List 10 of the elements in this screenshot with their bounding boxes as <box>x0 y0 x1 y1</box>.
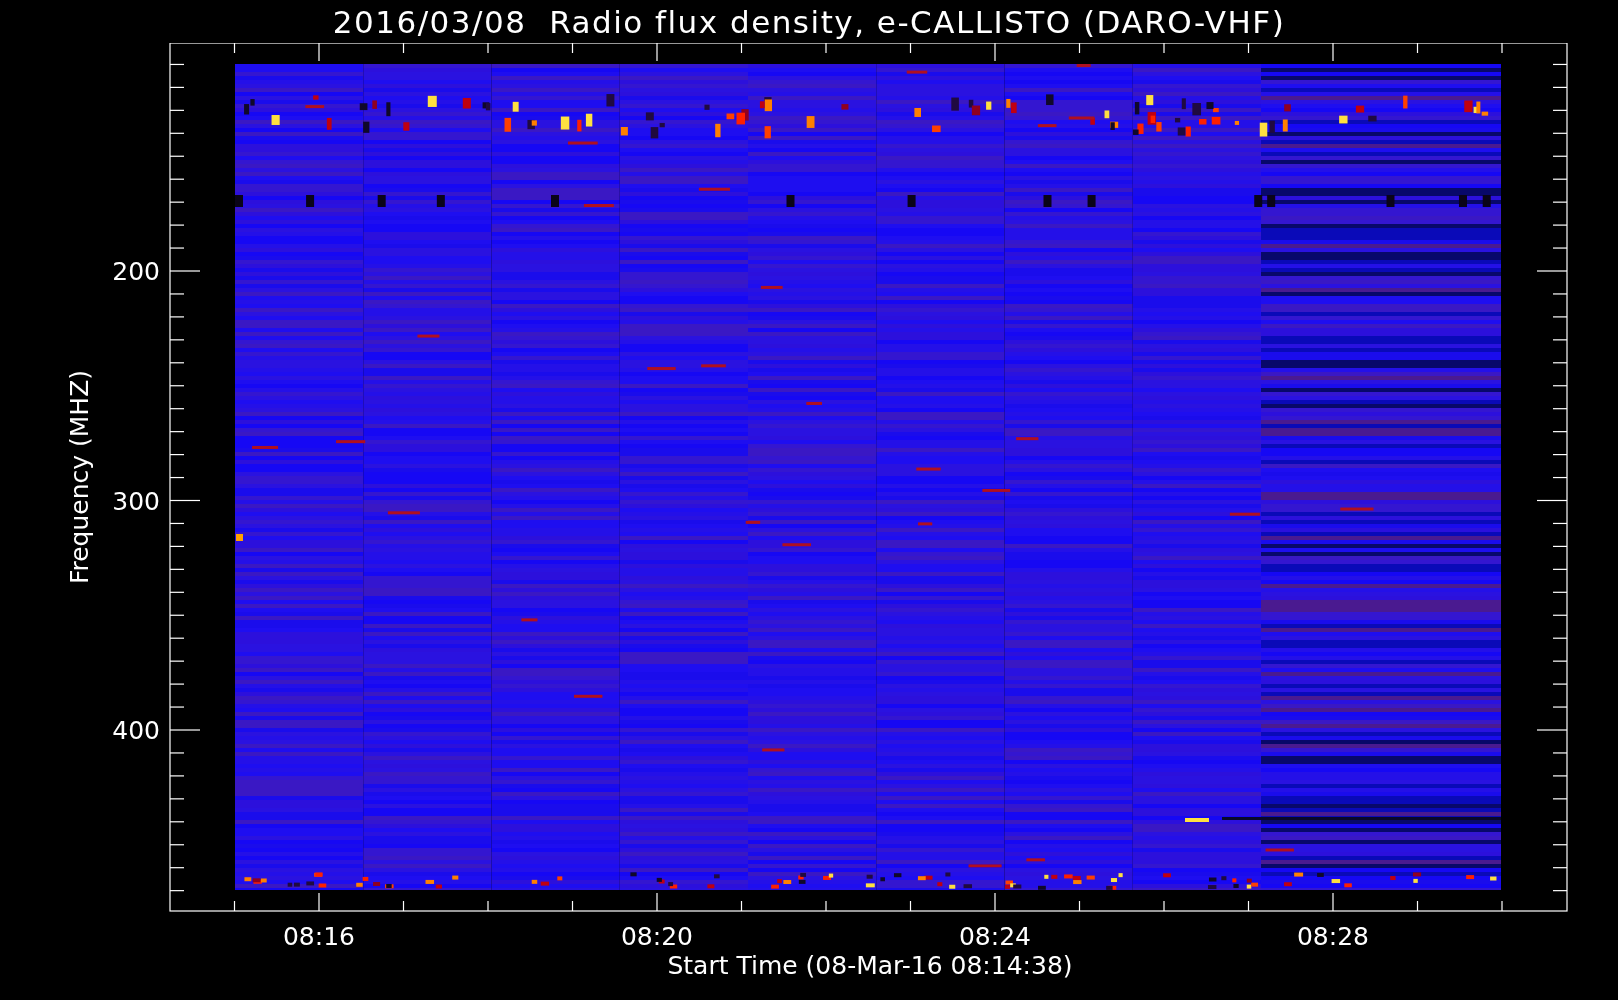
tick-label: 400 <box>112 716 160 745</box>
tick-label: 08:24 <box>959 922 1031 951</box>
tick-label: 08:20 <box>621 922 693 951</box>
axis-title: Frequency (MHZ) <box>65 369 94 585</box>
chart-title: 2016/03/08 Radio flux density, e-CALLISTO (DARO-VHF) <box>332 2 1286 42</box>
tick-label: 08:16 <box>283 922 355 951</box>
tick-label: 200 <box>112 257 160 286</box>
tick-label: 300 <box>112 486 160 516</box>
tick-label: 08:28 <box>1297 922 1369 951</box>
axis-title: Start Time (08-Mar-16 08:14:38) <box>667 951 1073 980</box>
